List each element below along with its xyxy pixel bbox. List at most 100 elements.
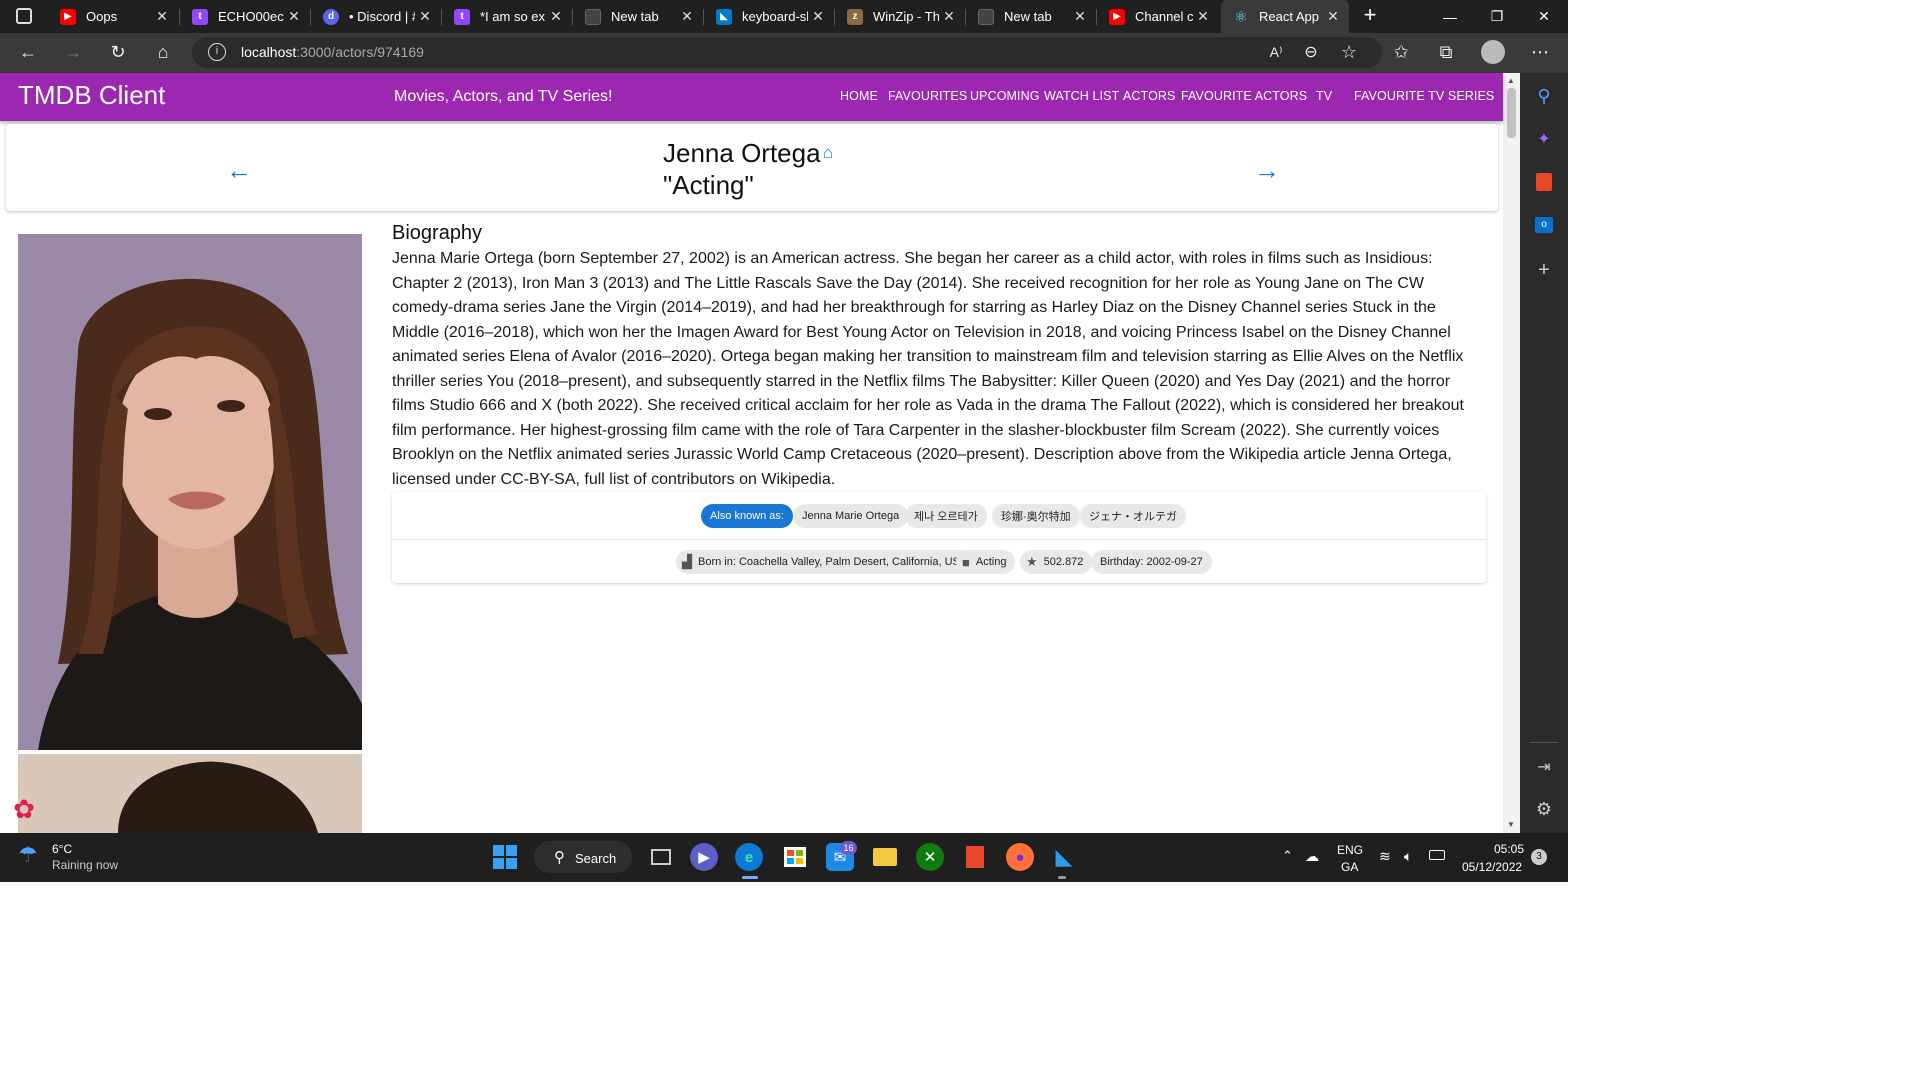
browser-tab[interactable]: t ECHO00ech ✕ <box>180 0 310 33</box>
weather-text[interactable]: Raining now <box>52 858 118 872</box>
profile-avatar[interactable] <box>1481 40 1505 64</box>
zoom-icon[interactable]: ⊖ <box>1297 38 1325 66</box>
page-scrollbar[interactable] <box>1503 73 1520 833</box>
settings-icon[interactable]: ⚙ <box>1532 797 1556 821</box>
nav-favourite-actors[interactable]: FAVOURITE ACTORS <box>1181 89 1307 103</box>
close-tab-icon[interactable]: ✕ <box>1323 8 1343 25</box>
xbox-icon[interactable]: ✕ <box>916 843 944 871</box>
teams-chat-icon[interactable]: ▶ <box>690 843 718 871</box>
tab-actions-icon[interactable] <box>16 8 32 24</box>
scroll-up-arrow[interactable]: ▲ <box>1507 76 1515 85</box>
store-icon[interactable] <box>781 843 809 871</box>
outlook-icon[interactable]: o <box>1532 213 1556 237</box>
app-brand[interactable]: TMDB Client <box>18 80 165 111</box>
aka-name: 珍娜·奥尔特加 <box>1001 511 1071 523</box>
born-in-text: Born in: Coachella Valley, Palm Desert, … <box>698 556 968 568</box>
close-tab-icon[interactable]: ✕ <box>1193 8 1213 25</box>
aka-name: ジェナ・オルテガ <box>1089 511 1177 523</box>
weather-temp[interactable]: 6°C <box>52 842 72 856</box>
home-icon[interactable]: ⌂ <box>149 38 177 66</box>
collections-icon[interactable]: ⧉ <box>1432 38 1460 66</box>
firefox-icon[interactable]: ● <box>1006 843 1034 871</box>
back-icon[interactable]: ← <box>14 38 42 66</box>
active-app-indicator <box>742 876 758 879</box>
volume-icon[interactable]: 🔈︎ <box>1404 848 1412 865</box>
scrollbar-thumb[interactable] <box>1507 88 1516 138</box>
search-icon[interactable]: ⚲ <box>1532 84 1556 108</box>
close-window-button[interactable]: ✕ <box>1521 0 1567 33</box>
browser-tab[interactable]: New tab ✕ <box>573 0 703 33</box>
close-tab-icon[interactable]: ✕ <box>677 8 697 25</box>
browser-tab-active[interactable]: ⚛ React App ✕ <box>1221 0 1349 33</box>
file-explorer-icon[interactable] <box>871 843 899 871</box>
add-favourite-icon[interactable]: ☆ <box>1335 38 1363 66</box>
hide-sidebar-icon[interactable]: ⇥ <box>1532 755 1556 779</box>
start-icon[interactable] <box>493 845 517 869</box>
close-tab-icon[interactable]: ✕ <box>939 8 959 25</box>
add-icon[interactable]: + <box>1532 258 1556 282</box>
close-tab-icon[interactable]: ✕ <box>415 8 435 25</box>
minimize-button[interactable]: — <box>1427 0 1473 33</box>
browser-tab[interactable]: ▶ Channel co ✕ <box>1097 0 1219 33</box>
clock-date[interactable]: 05/12/2022 <box>1462 860 1522 874</box>
read-aloud-icon[interactable]: A⁾ <box>1262 38 1290 66</box>
react-devtools-icon[interactable]: ✿ <box>8 793 40 825</box>
birthday-text: Birthday: 2002-09-27 <box>1100 556 1203 568</box>
clock-time[interactable]: 05:05 <box>1494 842 1524 856</box>
nav-home[interactable]: HOME <box>840 89 878 103</box>
actor-name-text: Jenna Ortega <box>663 138 821 168</box>
forward-icon[interactable]: → <box>59 38 87 66</box>
url-text[interactable]: localhost:3000/actors/974169 <box>241 44 424 60</box>
notification-badge[interactable]: 3 <box>1531 849 1547 865</box>
language-top[interactable]: ENG <box>1337 843 1363 857</box>
new-tab-button[interactable]: + <box>1358 4 1382 28</box>
more-menu-icon[interactable]: ⋯ <box>1526 38 1554 66</box>
nav-tv[interactable]: TV <box>1316 89 1332 103</box>
browser-tab[interactable]: t *I am so ex ✕ <box>442 0 572 33</box>
browser-tab[interactable]: ◣ keyboard-sh ✕ <box>704 0 834 33</box>
browser-tab[interactable]: z WinZip - Th ✕ <box>835 0 965 33</box>
close-tab-icon[interactable]: ✕ <box>284 8 304 25</box>
office-icon[interactable] <box>1532 170 1556 194</box>
edge-icon[interactable]: e <box>735 843 763 871</box>
browser-tab[interactable]: ▶ Oops ✕ <box>48 0 178 33</box>
task-view-icon[interactable] <box>647 843 675 871</box>
aka-chip: Jenna Marie Ortega <box>793 504 909 528</box>
weather-icon[interactable]: ☂ <box>18 842 38 868</box>
wifi-icon[interactable]: ≋ <box>1379 848 1391 865</box>
restore-button[interactable]: ❐ <box>1474 0 1520 33</box>
close-tab-icon[interactable]: ✕ <box>546 8 566 25</box>
show-hidden-icons[interactable]: ⌃ <box>1282 848 1293 864</box>
nav-watch-list[interactable]: WATCH LIST <box>1044 89 1119 103</box>
previous-arrow-icon[interactable]: ← <box>226 155 252 186</box>
tab-title: • Discord | # <box>349 9 415 24</box>
tab-title: Oops <box>86 9 118 24</box>
favourites-icon[interactable]: ✩ <box>1387 38 1415 66</box>
home-icon[interactable]: ⌂ <box>823 143 833 163</box>
language-bottom[interactable]: GA <box>1341 860 1358 874</box>
vscode-icon: ◣ <box>716 8 732 25</box>
browser-tab[interactable]: New tab ✕ <box>966 0 1096 33</box>
nav-actors[interactable]: ACTORS <box>1123 89 1175 103</box>
site-info-icon[interactable]: i <box>208 43 226 61</box>
vscode-icon[interactable]: ◣ <box>1050 843 1078 871</box>
actor-department: "Acting" <box>663 170 754 200</box>
next-arrow-icon[interactable]: → <box>1254 155 1280 186</box>
close-tab-icon[interactable]: ✕ <box>1070 8 1090 25</box>
close-tab-icon[interactable]: ✕ <box>152 8 172 25</box>
battery-icon[interactable] <box>1429 850 1445 860</box>
office-icon[interactable] <box>961 843 989 871</box>
onedrive-icon[interactable]: ☁ <box>1305 848 1319 865</box>
browser-tab[interactable]: d • Discord | # ✕ <box>311 0 441 33</box>
discover-icon[interactable]: ✦ <box>1532 127 1556 151</box>
refresh-icon[interactable]: ↻ <box>104 38 132 66</box>
close-tab-icon[interactable]: ✕ <box>808 8 828 25</box>
nav-upcoming[interactable]: UPCOMING <box>970 89 1040 103</box>
nav-favourites[interactable]: FAVOURITES <box>888 89 967 103</box>
twitch-icon: t <box>454 8 470 25</box>
taskbar-search-label: Search <box>575 851 617 866</box>
scroll-down-arrow[interactable]: ▼ <box>1507 820 1515 829</box>
nav-favourite-tv-series[interactable]: FAVOURITE TV SERIES <box>1354 89 1494 103</box>
sidebar-divider <box>1530 742 1558 743</box>
cake-icon: ▟ <box>682 554 692 569</box>
